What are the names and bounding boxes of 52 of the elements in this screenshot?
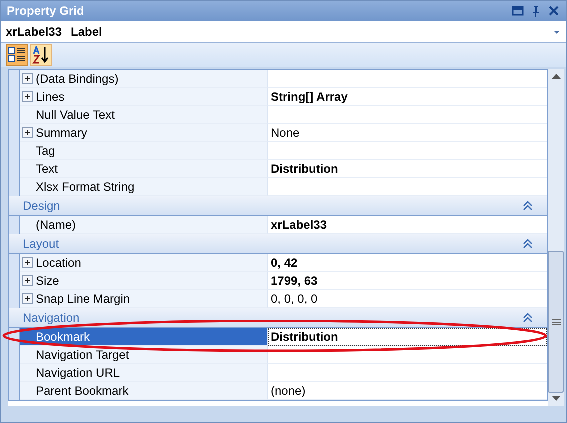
alphabetical-button[interactable] <box>30 44 52 66</box>
property-name: Navigation Target <box>36 348 130 362</box>
expand-icon[interactable] <box>22 91 33 102</box>
property-name: Xlsx Format String <box>36 180 135 194</box>
property-name: (Data Bindings) <box>36 72 119 86</box>
collapse-icon <box>523 200 533 210</box>
property-name: (Name) <box>36 218 76 232</box>
category-header[interactable]: Layout <box>9 234 547 254</box>
grip-icon <box>552 318 560 326</box>
property-value[interactable]: Distribution <box>271 330 338 344</box>
property-value[interactable]: 0, 42 <box>271 256 298 270</box>
expand-icon[interactable] <box>22 293 33 304</box>
categorized-icon <box>8 46 26 64</box>
dropdown-arrow-icon[interactable] <box>553 28 561 34</box>
object-name: xrLabel33 <box>6 24 62 38</box>
scroll-up-icon[interactable] <box>552 73 560 79</box>
property-name: Text <box>36 162 58 176</box>
property-value[interactable]: 0, 0, 0, 0 <box>271 292 318 306</box>
expand-icon[interactable] <box>22 127 33 138</box>
property-name: Summary <box>36 126 88 140</box>
property-name: Location <box>36 256 82 270</box>
collapse-icon <box>523 238 533 248</box>
property-value[interactable]: 1799, 63 <box>271 274 318 288</box>
window-title: Property Grid <box>7 4 84 18</box>
expand-icon[interactable] <box>22 73 33 84</box>
scroll-down-icon[interactable] <box>552 396 560 402</box>
property-name: Null Value Text <box>36 108 115 122</box>
property-name: Size <box>36 274 60 288</box>
property-value[interactable]: String[] Array <box>271 90 348 104</box>
scroll-thumb[interactable] <box>548 251 564 393</box>
property-value[interactable]: xrLabel33 <box>271 218 328 232</box>
object-type: Label <box>71 24 102 38</box>
window-position-icon[interactable] <box>512 5 524 17</box>
property-value[interactable]: None <box>271 126 300 140</box>
scroll-bar[interactable] <box>548 69 564 406</box>
close-icon[interactable] <box>548 5 560 17</box>
property-name: Bookmark <box>36 330 90 344</box>
expand-icon[interactable] <box>22 257 33 268</box>
property-value[interactable]: Distribution <box>271 162 338 176</box>
pin-icon[interactable] <box>530 5 542 17</box>
object-selector[interactable]: xrLabel33 Label <box>1 21 566 43</box>
property-name: Tag <box>36 144 56 158</box>
property-name: Navigation URL <box>36 366 120 380</box>
expand-icon[interactable] <box>22 275 33 286</box>
property-name: Parent Bookmark <box>36 384 129 398</box>
categorized-button[interactable] <box>6 44 28 66</box>
property-value[interactable]: (none) <box>271 384 306 398</box>
property-name: Snap Line Margin <box>36 292 130 306</box>
collapse-icon <box>523 312 533 322</box>
property-name: Lines <box>36 90 65 104</box>
category-header[interactable]: Design <box>9 196 547 216</box>
sort-az-icon <box>32 46 50 64</box>
